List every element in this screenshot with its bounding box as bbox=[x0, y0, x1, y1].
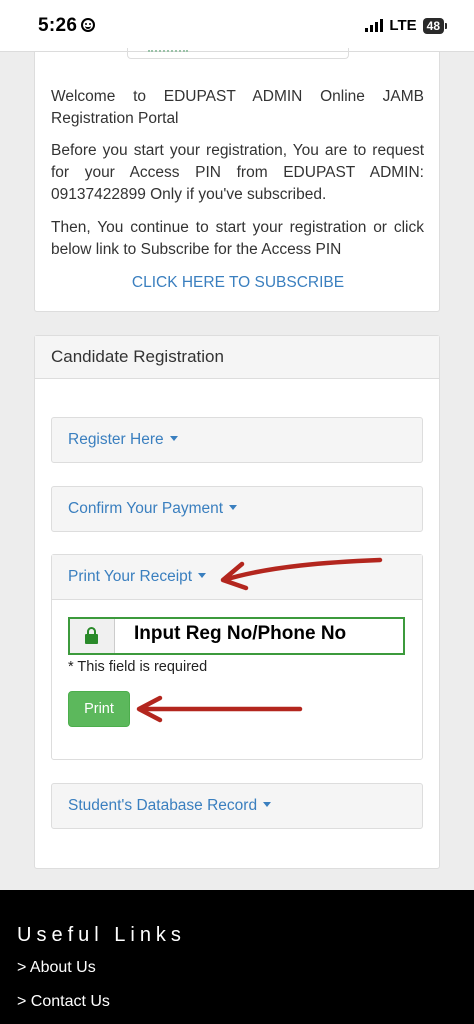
accordion-database-record-label: Student's Database Record bbox=[68, 797, 258, 814]
lock-addon bbox=[70, 619, 115, 653]
accordion-register-header[interactable]: Register Here bbox=[52, 418, 422, 462]
caret-down-icon bbox=[198, 573, 207, 578]
required-field-note: * This field is required bbox=[68, 659, 208, 675]
caret-down-icon bbox=[229, 505, 238, 510]
status-bar: 5:26 LTE 48 bbox=[0, 0, 474, 52]
accordion-print-receipt: Print Your Receipt Input Reg No/Phone No… bbox=[51, 554, 423, 760]
input-annotation-text: Input Reg No/Phone No bbox=[134, 623, 347, 644]
footer-title: Useful Links bbox=[17, 924, 186, 946]
accordion-register[interactable]: Register Here bbox=[51, 417, 423, 463]
time-text: 5:26 bbox=[38, 15, 78, 36]
reg-number-input[interactable]: Input Reg No/Phone No bbox=[68, 617, 405, 655]
accordion-confirm-payment[interactable]: Confirm Your Payment bbox=[51, 486, 423, 532]
accordion-database-record[interactable]: Student's Database Record bbox=[51, 783, 423, 829]
status-time: 5:26 bbox=[38, 15, 96, 37]
intro-panel: Welcome to EDUPAST ADMIN Online JAMB Reg… bbox=[34, 48, 441, 312]
contact-us-link[interactable]: > Contact Us bbox=[17, 993, 110, 1011]
footer: Useful Links > About Us > Contact Us bbox=[0, 890, 474, 1024]
signal-icon bbox=[365, 19, 384, 32]
accordion-print-receipt-label: Print Your Receipt bbox=[68, 568, 193, 585]
continue-instructions: Then, You continue to start your registr… bbox=[51, 219, 424, 258]
logo-image bbox=[127, 48, 349, 59]
status-indicators: LTE 48 bbox=[365, 17, 448, 34]
accordion-register-label: Register Here bbox=[68, 431, 164, 448]
registration-panel: Candidate Registration Register Here Con… bbox=[34, 335, 440, 869]
accordion-confirm-payment-label: Confirm Your Payment bbox=[68, 500, 224, 517]
accordion-confirm-payment-header[interactable]: Confirm Your Payment bbox=[52, 487, 422, 531]
print-button[interactable]: Print bbox=[68, 691, 130, 727]
caret-down-icon bbox=[169, 436, 178, 441]
network-label: LTE bbox=[389, 17, 417, 34]
welcome-text: Welcome to EDUPAST ADMIN Online JAMB Reg… bbox=[51, 88, 424, 127]
accordion-print-receipt-header[interactable]: Print Your Receipt bbox=[52, 555, 422, 600]
subscribe-link[interactable]: CLICK HERE TO SUBSCRIBE bbox=[35, 274, 441, 292]
registration-heading: Candidate Registration bbox=[35, 336, 439, 379]
accordion-database-record-header[interactable]: Student's Database Record bbox=[52, 784, 422, 828]
caret-down-icon bbox=[263, 802, 272, 807]
pin-instructions: Before you start your registration, You … bbox=[51, 142, 424, 203]
battery-icon: 48 bbox=[422, 17, 448, 34]
smiley-icon bbox=[81, 18, 96, 32]
about-us-link[interactable]: > About Us bbox=[17, 959, 96, 977]
